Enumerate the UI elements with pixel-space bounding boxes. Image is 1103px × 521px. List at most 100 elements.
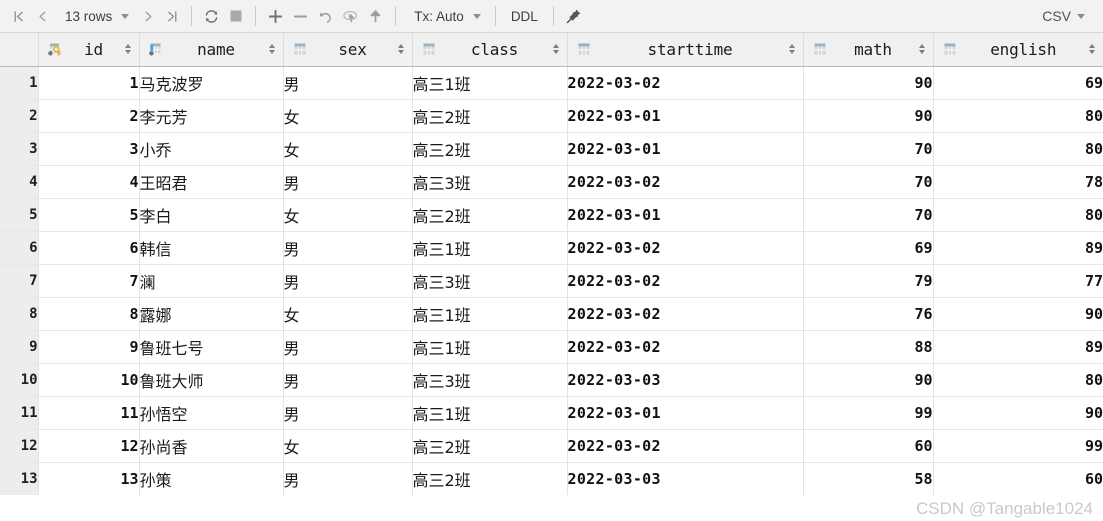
table-row[interactable]: 1 1 马克波罗男高三1班 2022-03-02 90 69 — [0, 66, 1103, 100]
ddl-button[interactable]: DDL — [503, 3, 546, 29]
cell-starttime[interactable]: 2022-03-01 — [567, 198, 804, 232]
row-number-cell[interactable]: 5 — [0, 198, 39, 232]
column-header-name[interactable]: name — [139, 33, 284, 67]
cell-english[interactable]: 80 — [933, 132, 1103, 166]
sort-toggle-starttime[interactable] — [788, 44, 795, 55]
cell-math[interactable]: 60 — [803, 429, 934, 463]
cell-starttime[interactable]: 2022-03-03 — [567, 363, 804, 397]
table-row[interactable]: 3 3 小乔女高三2班 2022-03-01 70 80 — [0, 132, 1103, 166]
cell-id[interactable]: 7 — [38, 264, 140, 298]
cell-sex[interactable]: 女 — [283, 99, 413, 133]
cell-english[interactable]: 89 — [933, 231, 1103, 265]
cell-name[interactable]: 孙尚香 — [139, 429, 284, 463]
cell-name[interactable]: 韩信 — [139, 231, 284, 265]
cell-english[interactable]: 60 — [933, 462, 1103, 495]
cell-id[interactable]: 6 — [38, 231, 140, 265]
cell-sex[interactable]: 男 — [283, 330, 413, 364]
cell-sex[interactable]: 男 — [283, 231, 413, 265]
cell-english[interactable]: 80 — [933, 363, 1103, 397]
cell-starttime[interactable]: 2022-03-01 — [567, 396, 804, 430]
cell-class[interactable]: 高三2班 — [412, 429, 568, 463]
cell-sex[interactable]: 男 — [283, 396, 413, 430]
row-number-cell[interactable]: 10 — [0, 363, 39, 397]
cell-starttime[interactable]: 2022-03-02 — [567, 330, 804, 364]
cell-id[interactable]: 1 — [38, 66, 140, 100]
cell-name[interactable]: 鲁班大师 — [139, 363, 284, 397]
cell-sex[interactable]: 男 — [283, 66, 413, 100]
upload-icon[interactable] — [363, 3, 388, 29]
revert-changes-icon[interactable] — [313, 3, 338, 29]
cell-starttime[interactable]: 2022-03-02 — [567, 66, 804, 100]
cell-math[interactable]: 70 — [803, 198, 934, 232]
cell-math[interactable]: 58 — [803, 462, 934, 495]
export-format-selector[interactable]: CSV — [1042, 8, 1095, 24]
cell-english[interactable]: 80 — [933, 99, 1103, 133]
row-number-cell[interactable]: 9 — [0, 330, 39, 364]
cell-math[interactable]: 70 — [803, 165, 934, 199]
cell-math[interactable]: 76 — [803, 297, 934, 331]
refresh-icon[interactable] — [199, 3, 224, 29]
column-header-english[interactable]: english — [933, 33, 1103, 67]
cell-class[interactable]: 高三1班 — [412, 330, 568, 364]
table-row[interactable]: 2 2 李元芳女高三2班 2022-03-01 90 80 — [0, 99, 1103, 133]
row-number-cell[interactable]: 11 — [0, 396, 39, 430]
cell-name[interactable]: 李白 — [139, 198, 284, 232]
row-count-selector[interactable]: 13 rows — [54, 3, 136, 29]
cell-math[interactable]: 99 — [803, 396, 934, 430]
column-header-sex[interactable]: sex — [283, 33, 413, 67]
cell-name[interactable]: 马克波罗 — [139, 66, 284, 100]
sort-toggle-id[interactable] — [124, 44, 131, 55]
cell-class[interactable]: 高三1班 — [412, 297, 568, 331]
cell-math[interactable]: 90 — [803, 363, 934, 397]
pin-icon[interactable] — [561, 3, 587, 29]
cell-class[interactable]: 高三1班 — [412, 396, 568, 430]
row-number-cell[interactable]: 3 — [0, 132, 39, 166]
cell-id[interactable]: 8 — [38, 297, 140, 331]
cell-math[interactable]: 79 — [803, 264, 934, 298]
cell-math[interactable]: 90 — [803, 66, 934, 100]
sort-toggle-class[interactable] — [552, 44, 559, 55]
cell-sex[interactable]: 男 — [283, 363, 413, 397]
cell-math[interactable]: 88 — [803, 330, 934, 364]
column-header-starttime[interactable]: starttime — [567, 33, 804, 67]
column-header-class[interactable]: class — [412, 33, 568, 67]
cell-math[interactable]: 69 — [803, 231, 934, 265]
cell-name[interactable]: 露娜 — [139, 297, 284, 331]
column-header-id[interactable]: id — [38, 33, 140, 67]
go-to-last-page-icon[interactable] — [160, 3, 184, 29]
cell-id[interactable]: 2 — [38, 99, 140, 133]
delete-row-icon[interactable] — [288, 3, 313, 29]
cell-sex[interactable]: 女 — [283, 429, 413, 463]
cell-class[interactable]: 高三2班 — [412, 198, 568, 232]
cell-id[interactable]: 5 — [38, 198, 140, 232]
sort-toggle-sex[interactable] — [397, 44, 404, 55]
cell-id[interactable]: 13 — [38, 462, 140, 495]
table-row[interactable]: 4 4 王昭君男高三3班 2022-03-02 70 78 — [0, 165, 1103, 199]
cell-starttime[interactable]: 2022-03-01 — [567, 132, 804, 166]
cell-sex[interactable]: 男 — [283, 264, 413, 298]
cell-math[interactable]: 90 — [803, 99, 934, 133]
cell-class[interactable]: 高三3班 — [412, 264, 568, 298]
cell-sex[interactable]: 女 — [283, 132, 413, 166]
cell-class[interactable]: 高三3班 — [412, 165, 568, 199]
next-page-icon[interactable] — [136, 3, 160, 29]
cell-sex[interactable]: 女 — [283, 297, 413, 331]
sort-toggle-name[interactable] — [268, 44, 275, 55]
submit-changes-icon[interactable] — [338, 3, 363, 29]
cell-starttime[interactable]: 2022-03-02 — [567, 297, 804, 331]
sort-toggle-math[interactable] — [918, 44, 925, 55]
cell-class[interactable]: 高三2班 — [412, 132, 568, 166]
sort-toggle-english[interactable] — [1089, 44, 1095, 55]
cell-starttime[interactable]: 2022-03-02 — [567, 231, 804, 265]
cell-id[interactable]: 9 — [38, 330, 140, 364]
table-row[interactable]: 7 7 澜男高三3班 2022-03-02 79 77 — [0, 264, 1103, 298]
cell-class[interactable]: 高三1班 — [412, 231, 568, 265]
stop-icon[interactable] — [224, 3, 248, 29]
cell-english[interactable]: 90 — [933, 396, 1103, 430]
cell-english[interactable]: 69 — [933, 66, 1103, 100]
cell-name[interactable]: 澜 — [139, 264, 284, 298]
row-number-cell[interactable]: 7 — [0, 264, 39, 298]
row-number-cell[interactable]: 1 — [0, 66, 39, 100]
table-row[interactable]: 6 6 韩信男高三1班 2022-03-02 69 89 — [0, 231, 1103, 265]
cell-starttime[interactable]: 2022-03-01 — [567, 99, 804, 133]
